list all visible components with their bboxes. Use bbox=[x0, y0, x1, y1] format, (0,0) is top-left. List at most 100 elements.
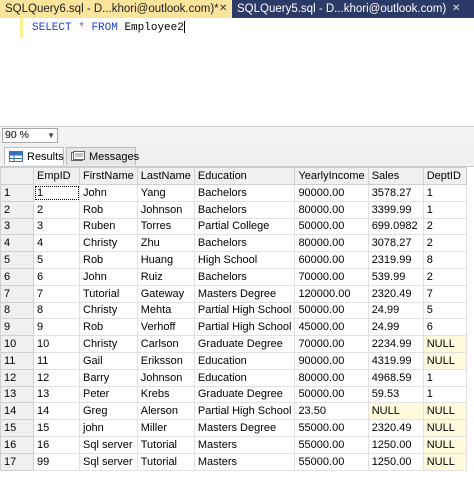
table-cell[interactable]: 16 bbox=[33, 435, 80, 454]
row-header-corner[interactable] bbox=[0, 167, 34, 185]
table-cell[interactable]: 99 bbox=[33, 452, 80, 471]
table-cell[interactable]: Sql server bbox=[79, 452, 138, 471]
table-cell[interactable]: 14 bbox=[33, 402, 80, 421]
table-cell[interactable]: 6 bbox=[422, 318, 467, 337]
table-cell[interactable]: Tutorial bbox=[136, 435, 195, 454]
table-cell[interactable]: Zhu bbox=[136, 234, 195, 253]
table-cell[interactable]: Carlson bbox=[136, 335, 195, 353]
table-row[interactable]: 1 1 John Yang Bachelors 90000.00 3578.27 1 bbox=[0, 184, 467, 202]
table-cell[interactable]: 120000.00 bbox=[294, 284, 369, 303]
query-editor[interactable]: SELECT * FROM Employee2 bbox=[0, 18, 474, 126]
table-row[interactable]: 2 2 Rob Johnson Bachelors 80000.00 3399.99 1 bbox=[0, 200, 467, 219]
table-cell[interactable]: Greg bbox=[79, 402, 138, 421]
table-cell[interactable]: 1250.00 bbox=[367, 452, 424, 471]
row-number-cell[interactable]: 3 bbox=[0, 217, 34, 236]
row-number-cell[interactable]: 5 bbox=[0, 251, 34, 269]
row-number-cell[interactable]: 2 bbox=[0, 200, 34, 219]
row-number-cell[interactable]: 12 bbox=[0, 368, 34, 387]
table-cell[interactable]: Tutorial bbox=[136, 452, 195, 471]
row-number-cell[interactable]: 14 bbox=[0, 402, 34, 421]
table-cell[interactable]: NULL bbox=[422, 351, 467, 370]
table-cell[interactable]: 2319.99 bbox=[367, 251, 424, 269]
table-cell[interactable]: 6 bbox=[33, 267, 80, 286]
table-cell[interactable]: Bachelors bbox=[193, 267, 296, 286]
table-cell[interactable]: 24.99 bbox=[367, 318, 424, 337]
table-cell[interactable]: 90000.00 bbox=[294, 184, 369, 202]
table-cell[interactable]: 2 bbox=[422, 217, 467, 236]
table-cell[interactable]: 10 bbox=[33, 335, 80, 353]
table-cell[interactable]: NULL bbox=[422, 452, 467, 471]
table-cell[interactable]: Christy bbox=[79, 301, 138, 320]
table-row[interactable]: 13 13 Peter Krebs Graduate Degree 50000.00 59.… bbox=[0, 385, 467, 404]
query-text[interactable]: SELECT * FROM Employee2 bbox=[32, 21, 185, 34]
table-cell[interactable]: 13 bbox=[33, 385, 80, 404]
row-number-cell[interactable]: 6 bbox=[0, 267, 34, 286]
table-row[interactable]: 16 16 Sql server Tutorial Masters 55000.00 125… bbox=[0, 435, 467, 454]
table-cell[interactable]: 1 bbox=[422, 368, 467, 387]
tab-sqlquery6[interactable]: SQLQuery6.sql - D...khori@outlook.com)* … bbox=[0, 0, 232, 18]
table-cell[interactable]: Johnson bbox=[136, 200, 195, 219]
table-row[interactable]: 15 15 john Miller Masters Degree 55000.00 2320… bbox=[0, 419, 467, 437]
table-cell[interactable]: 5 bbox=[422, 301, 467, 320]
close-icon[interactable]: ✕ bbox=[452, 0, 460, 18]
table-cell[interactable]: Christy bbox=[79, 234, 138, 253]
table-row[interactable]: 5 5 Rob Huang High School 60000.00 2319.99 8 bbox=[0, 251, 467, 269]
table-cell[interactable]: 2320.49 bbox=[367, 284, 424, 303]
table-cell[interactable]: 3578.27 bbox=[367, 184, 424, 202]
table-cell[interactable]: Education bbox=[193, 351, 296, 370]
table-cell[interactable]: 4 bbox=[33, 234, 80, 253]
row-number-cell[interactable]: 7 bbox=[0, 284, 34, 303]
table-cell[interactable]: Yang bbox=[136, 184, 195, 202]
table-cell[interactable]: 55000.00 bbox=[294, 435, 369, 454]
table-cell[interactable]: 5 bbox=[33, 251, 80, 269]
table-row[interactable]: 6 6 John Ruiz Bachelors 70000.00 539.99 2 bbox=[0, 267, 467, 286]
table-row[interactable]: 3 3 Ruben Torres Partial College 50000.00 699.… bbox=[0, 217, 467, 236]
table-cell[interactable]: Rob bbox=[79, 200, 138, 219]
row-number-cell[interactable]: 8 bbox=[0, 301, 34, 320]
table-cell[interactable]: Huang bbox=[136, 251, 195, 269]
results-grid[interactable]: EmpID FirstName LastName Education Yearl… bbox=[0, 167, 474, 484]
row-number-cell[interactable]: 11 bbox=[0, 351, 34, 370]
table-cell[interactable]: 15 bbox=[33, 419, 80, 437]
table-cell[interactable]: 2 bbox=[422, 267, 467, 286]
table-row[interactable]: 7 7 Tutorial Gateway Masters Degree 120000.00… bbox=[0, 284, 467, 303]
table-cell[interactable]: 90000.00 bbox=[294, 351, 369, 370]
table-cell[interactable]: Masters Degree bbox=[193, 419, 296, 437]
table-cell[interactable]: 1250.00 bbox=[367, 435, 424, 454]
row-number-cell[interactable]: 15 bbox=[0, 419, 34, 437]
table-row[interactable]: 4 4 Christy Zhu Bachelors 80000.00 3078.27 2 bbox=[0, 234, 467, 253]
table-cell[interactable]: 1 bbox=[422, 385, 467, 404]
table-cell[interactable]: 1 bbox=[33, 184, 80, 202]
table-cell[interactable]: NULL bbox=[422, 435, 467, 454]
table-cell[interactable]: Johnson bbox=[136, 368, 195, 387]
table-cell[interactable]: 1 bbox=[422, 184, 467, 202]
table-cell[interactable]: 539.99 bbox=[367, 267, 424, 286]
table-cell[interactable]: Masters bbox=[193, 452, 296, 471]
table-cell[interactable]: 3078.27 bbox=[367, 234, 424, 253]
table-cell[interactable]: 55000.00 bbox=[294, 419, 369, 437]
table-cell[interactable]: Krebs bbox=[136, 385, 195, 404]
table-row[interactable]: 11 11 Gail Eriksson Education 90000.00 4319.99… bbox=[0, 351, 467, 370]
table-cell[interactable]: Gateway bbox=[136, 284, 195, 303]
tab-results[interactable]: Results bbox=[4, 147, 64, 165]
table-cell[interactable]: NULL bbox=[422, 419, 467, 437]
table-cell[interactable]: 50000.00 bbox=[294, 385, 369, 404]
table-cell[interactable]: John bbox=[79, 184, 138, 202]
table-cell[interactable]: 59.53 bbox=[367, 385, 424, 404]
table-cell[interactable]: 45000.00 bbox=[294, 318, 369, 337]
table-cell[interactable]: 3 bbox=[33, 217, 80, 236]
row-number-cell[interactable]: 16 bbox=[0, 435, 34, 454]
table-row[interactable]: 14 14 Greg Alerson Partial High School 23.50 N… bbox=[0, 402, 467, 421]
table-cell[interactable]: Ruiz bbox=[136, 267, 195, 286]
table-cell[interactable]: Masters bbox=[193, 435, 296, 454]
table-cell[interactable]: Peter bbox=[79, 385, 138, 404]
table-cell[interactable]: Miller bbox=[136, 419, 195, 437]
table-cell[interactable]: Ruben bbox=[79, 217, 138, 236]
table-cell[interactable]: 80000.00 bbox=[294, 368, 369, 387]
chevron-down-icon[interactable]: ▼ bbox=[47, 129, 55, 142]
table-cell[interactable]: Verhoff bbox=[136, 318, 195, 337]
table-cell[interactable]: 8 bbox=[422, 251, 467, 269]
table-cell[interactable]: Barry bbox=[79, 368, 138, 387]
row-number-cell[interactable]: 4 bbox=[0, 234, 34, 253]
table-cell[interactable]: Graduate Degree bbox=[193, 335, 296, 353]
